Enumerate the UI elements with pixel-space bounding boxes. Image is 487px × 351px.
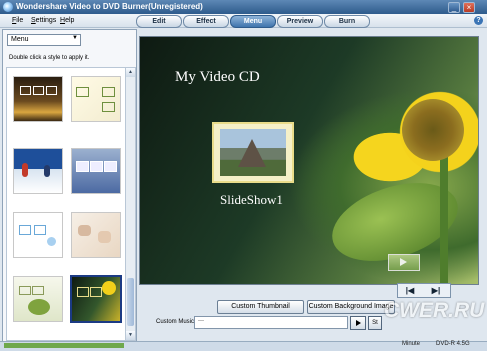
next-page-button[interactable]: [388, 254, 420, 271]
tab-menu[interactable]: Menu: [230, 15, 276, 28]
tab-preview[interactable]: Preview: [277, 15, 323, 28]
chevron-down-icon: ▼: [72, 35, 78, 41]
style-thumbnail[interactable]: [13, 212, 63, 258]
slideshow-caption[interactable]: SlideShow1: [220, 192, 283, 208]
menu-help[interactable]: Help: [60, 17, 74, 24]
menu-title[interactable]: My Video CD: [175, 69, 260, 86]
custom-background-button[interactable]: Custom Background Image: [307, 300, 395, 314]
custom-music-value: ---: [198, 318, 204, 324]
watermark: CWER.RU: [384, 299, 485, 322]
minimize-icon[interactable]: _: [448, 2, 460, 13]
custom-music-label: Custom Music :: [156, 319, 198, 325]
window-title: Wondershare Video to DVD Burner(Unregist…: [16, 2, 203, 11]
style-thumbnail-selected[interactable]: [70, 275, 122, 323]
first-page-icon[interactable]: |◀: [398, 284, 422, 297]
dropdown-value: Menu: [11, 36, 29, 43]
app-icon: [3, 2, 13, 12]
scroll-thumb[interactable]: [127, 278, 134, 326]
custom-music-input[interactable]: ---: [194, 316, 348, 329]
custom-thumbnail-button[interactable]: Custom Thumbnail: [217, 300, 304, 314]
style-list: [6, 67, 127, 341]
menu-preview: My Video CD SlideShow1: [139, 36, 479, 285]
minute-label: Minute: [402, 341, 421, 347]
page-navigation: |◀ ▶|: [397, 283, 451, 298]
slideshow-photo: [220, 129, 286, 176]
tab-burn[interactable]: Burn: [324, 15, 370, 28]
style-hint: Double click a style to apply it.: [9, 55, 90, 61]
scroll-down-icon[interactable]: ▼: [126, 331, 135, 340]
play-music-button[interactable]: [350, 316, 366, 330]
style-type-dropdown[interactable]: Menu ▼: [7, 34, 81, 46]
style-thumbnail[interactable]: [13, 76, 63, 122]
disc-type[interactable]: DVD-R 4.5G: [436, 341, 470, 347]
style-thumbnail[interactable]: [13, 148, 63, 194]
menu-file[interactable]: File: [12, 17, 23, 24]
close-icon[interactable]: ×: [463, 2, 475, 13]
style-panel: Menu ▼ Double click a style to apply it.: [2, 29, 137, 343]
tab-edit[interactable]: Edit: [136, 15, 182, 28]
title-bar: Wondershare Video to DVD Burner(Unregist…: [0, 0, 487, 14]
style-list-scrollbar[interactable]: ▲ ▼: [125, 67, 136, 341]
style-thumbnail[interactable]: [71, 76, 121, 122]
menu-settings[interactable]: Settings: [31, 17, 56, 24]
capacity-bar: [4, 343, 124, 348]
style-thumbnail[interactable]: [71, 148, 121, 194]
slideshow-thumbnail[interactable]: [212, 122, 294, 183]
tab-effect[interactable]: Effect: [183, 15, 229, 28]
last-page-icon[interactable]: ▶|: [424, 284, 448, 297]
style-thumbnail[interactable]: [71, 212, 121, 258]
mountain-icon: [238, 139, 266, 167]
stem-decoration: [440, 157, 448, 284]
stop-music-button[interactable]: St: [368, 316, 382, 330]
scroll-up-icon[interactable]: ▲: [126, 68, 135, 77]
help-icon[interactable]: ?: [474, 16, 483, 25]
sunflower-decoration: [402, 99, 464, 161]
style-thumbnail[interactable]: [13, 276, 63, 322]
